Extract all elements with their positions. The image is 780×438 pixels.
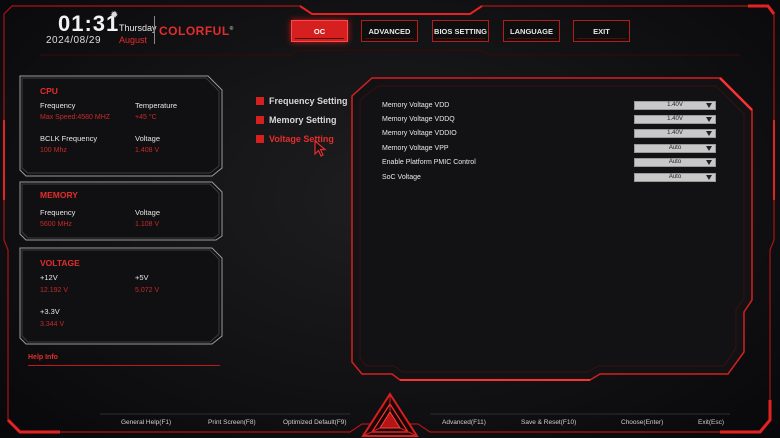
setting-row-memory-voltage-vpp: Memory Voltage VPP Auto: [382, 144, 716, 153]
memory-panel-title: MEMORY: [40, 190, 78, 200]
tab-exit[interactable]: EXIT: [573, 20, 630, 42]
clock-month: August: [119, 35, 148, 45]
voltage-3v3-label: +3.3V: [40, 307, 60, 316]
menu-item-label: Frequency Setting: [269, 96, 348, 106]
cpu-voltage-value: 1.408 V: [135, 147, 160, 154]
cpu-voltage-label: Voltage: [135, 134, 161, 143]
setting-value: 1.40V: [667, 130, 683, 136]
voltage-panel-title: VOLTAGE: [40, 258, 80, 268]
menu-item-label: Memory Setting: [269, 115, 337, 125]
cpu-bclk-value: 100 Mhz: [40, 147, 67, 154]
setting-row-soc-voltage: SoC Voltage Auto: [382, 173, 716, 182]
help-info-title: Help Info: [28, 354, 58, 361]
dropdown-arrow-icon: [706, 131, 712, 136]
menu-bullet-icon: [256, 135, 264, 143]
gear-icon: ✹: [110, 10, 119, 21]
setting-label: Memory Voltage VDDQ: [382, 116, 455, 123]
footer-exit[interactable]: Exit(Esc): [698, 419, 724, 426]
setting-row-enable-platform-pmic-control: Enable Platform PMIC Control Auto: [382, 158, 716, 167]
setting-dropdown[interactable]: 1.40V: [634, 101, 716, 110]
cpu-bclk-label: BCLK Frequency: [40, 134, 98, 143]
voltage-12v-label: +12V: [40, 273, 58, 282]
screen-frame: [3, 4, 776, 434]
dropdown-arrow-icon: [706, 160, 712, 165]
header-divider: [154, 16, 155, 44]
dropdown-arrow-icon: [706, 146, 712, 151]
menu-frequency-setting[interactable]: Frequency Setting: [256, 96, 348, 106]
tab-language[interactable]: LANGUAGE: [503, 20, 560, 42]
brand-logo: COLORFUL®: [159, 24, 234, 38]
memory-frequency-label: Frequency: [40, 208, 76, 217]
setting-dropdown[interactable]: Auto: [634, 173, 716, 182]
setting-dropdown[interactable]: Auto: [634, 144, 716, 153]
setting-label: Enable Platform PMIC Control: [382, 159, 476, 166]
mouse-cursor-icon: [314, 140, 327, 157]
cpu-panel-title: CPU: [40, 86, 58, 96]
dropdown-arrow-icon: [706, 117, 712, 122]
colorful-emblem-icon: [361, 392, 419, 437]
menu-memory-setting[interactable]: Memory Setting: [256, 115, 337, 125]
cpu-temperature-label: Temperature: [135, 101, 178, 110]
clock-date: 2024/08/29: [46, 35, 102, 46]
footer-optimized-default[interactable]: Optimized Default(F9): [283, 419, 347, 426]
setting-row-memory-voltage-vdd: Memory Voltage VDD 1.40V: [382, 101, 716, 110]
footer-general-help[interactable]: General Help(F1): [121, 419, 171, 426]
setting-label: SoC Voltage: [382, 174, 421, 181]
setting-value: Auto: [668, 145, 682, 151]
setting-label: Memory Voltage VDDIO: [382, 130, 457, 137]
dropdown-arrow-icon: [706, 175, 712, 180]
memory-voltage-label: Voltage: [135, 208, 161, 217]
setting-value: 1.40V: [667, 102, 683, 108]
setting-value: 1.40V: [667, 116, 683, 122]
menu-bullet-icon: [256, 116, 264, 124]
setting-label: Memory Voltage VDD: [382, 102, 450, 109]
help-info-divider: [28, 365, 220, 366]
brand-registered-mark: ®: [229, 26, 234, 32]
setting-value: Auto: [668, 174, 682, 180]
setting-value: Auto: [668, 159, 682, 165]
tab-advanced[interactable]: ADVANCED: [361, 20, 418, 42]
setting-label: Memory Voltage VPP: [382, 145, 449, 152]
cpu-frequency-value: Max Speed:4580 MHZ: [40, 114, 111, 121]
tab-oc[interactable]: OC: [291, 20, 348, 42]
setting-row-memory-voltage-vddio: Memory Voltage VDDIO 1.40V: [382, 129, 716, 138]
cpu-temperature-value: +45 °C: [135, 114, 157, 121]
voltage-5v-value: 5.072 V: [135, 287, 160, 294]
footer-choose[interactable]: Choose(Enter): [621, 419, 663, 426]
memory-voltage-value: 1.108 V: [135, 221, 160, 228]
cpu-frequency-label: Frequency: [40, 101, 76, 110]
setting-dropdown[interactable]: Auto: [634, 158, 716, 167]
voltage-5v-label: +5V: [135, 273, 149, 282]
setting-row-memory-voltage-vddq: Memory Voltage VDDQ 1.40V: [382, 115, 716, 124]
voltage-12v-value: 12.192 V: [40, 287, 69, 294]
footer-print-screen[interactable]: Print Screen(F8): [208, 419, 256, 426]
setting-dropdown[interactable]: 1.40V: [634, 115, 716, 124]
dropdown-arrow-icon: [706, 103, 712, 108]
menu-bullet-icon: [256, 97, 264, 105]
memory-frequency-value: 5600 MHz: [40, 221, 72, 228]
footer-advanced[interactable]: Advanced(F11): [442, 419, 486, 426]
clock-day: Thursday: [119, 23, 157, 33]
voltage-3v3-value: 3.344 V: [40, 321, 65, 328]
setting-dropdown[interactable]: 1.40V: [634, 129, 716, 138]
tab-bios-setting[interactable]: BIOS SETTING: [432, 20, 489, 42]
brand-name: COLORFUL: [159, 24, 230, 38]
footer-save-reset[interactable]: Save & Reset(F10): [521, 419, 576, 426]
